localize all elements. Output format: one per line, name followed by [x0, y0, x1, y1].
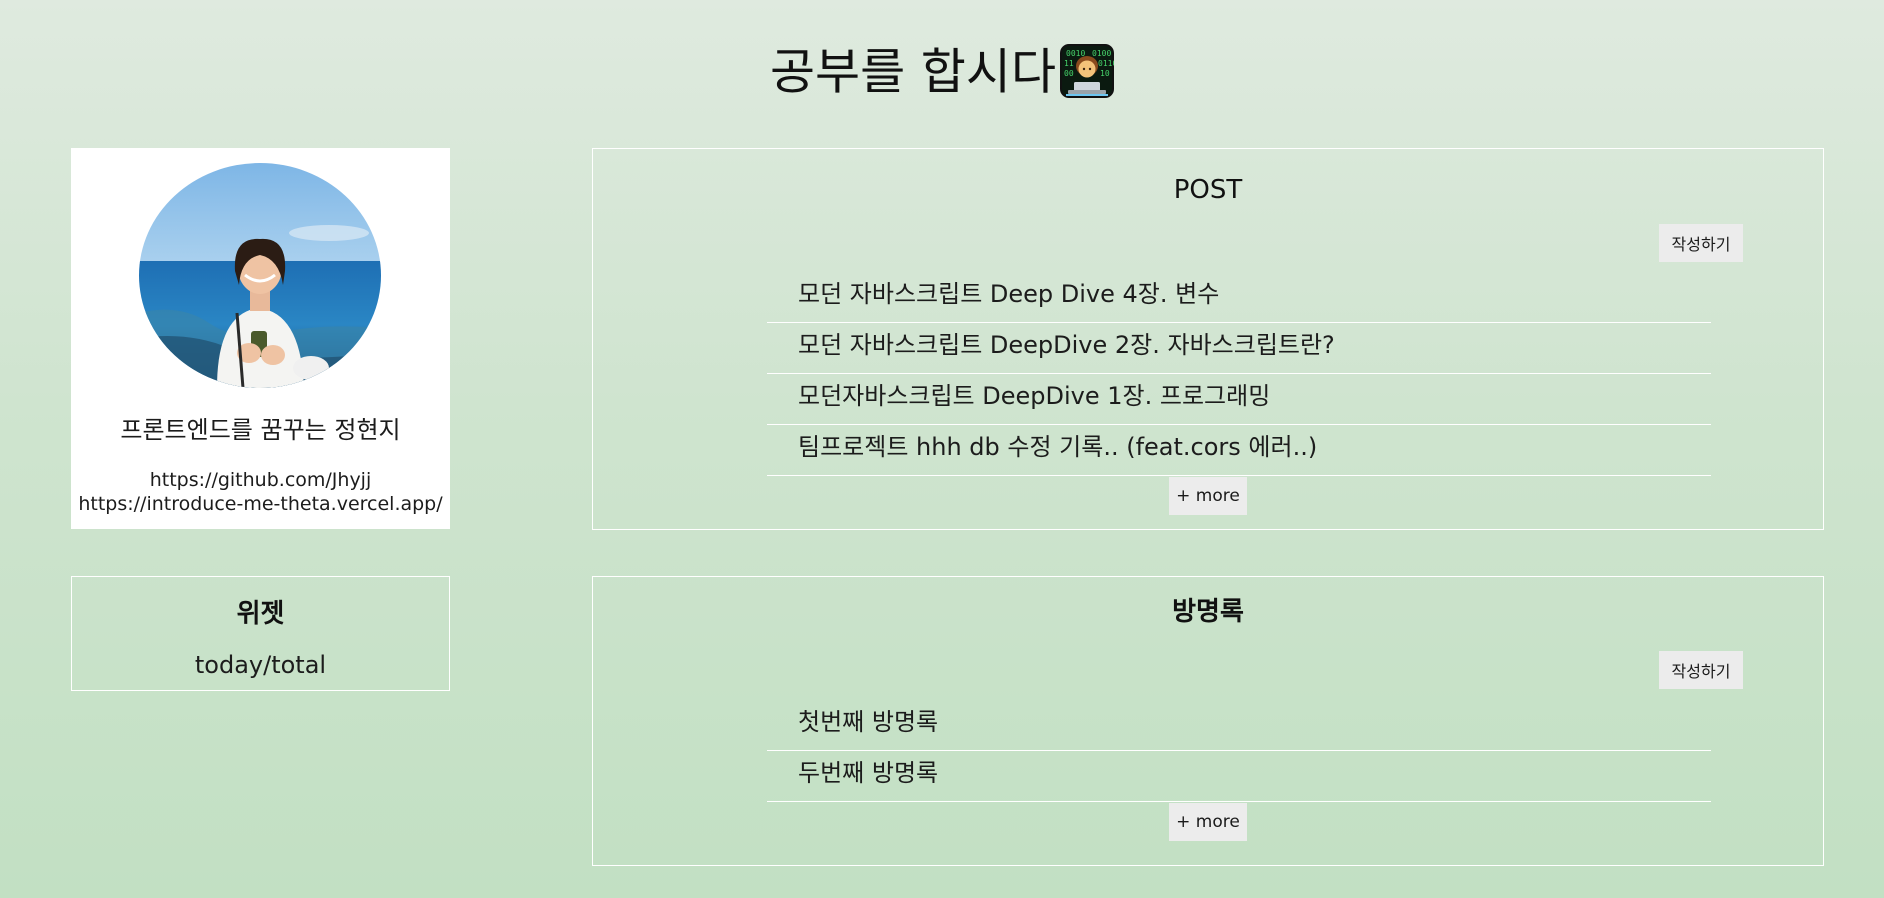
- write-guestbook-button[interactable]: 작성하기: [1659, 651, 1743, 689]
- post-item[interactable]: 팀프로젝트 hhh db 수정 기록.. (feat.cors 에러..): [767, 426, 1711, 476]
- svg-text:0010: 0010: [1066, 49, 1085, 58]
- visitor-counter: today/total: [194, 651, 327, 679]
- svg-text:10: 10: [1100, 69, 1110, 78]
- svg-text:0100: 0100: [1092, 49, 1111, 58]
- svg-text:0110: 0110: [1098, 59, 1114, 68]
- profile-name: 프론트엔드를 꿈꾸는 정현지: [120, 416, 401, 444]
- github-link[interactable]: https://github.com/Jhyjj: [71, 468, 450, 492]
- post-more-button[interactable]: + more: [1169, 477, 1247, 515]
- guestbook-list: 첫번째 방명록 두번째 방명록: [767, 701, 1711, 802]
- profile-card: 프론트엔드를 꿈꾸는 정현지 https://github.com/Jhyjj …: [71, 148, 450, 529]
- portfolio-link[interactable]: https://introduce-me-theta.vercel.app/: [71, 492, 450, 516]
- guestbook-more-button[interactable]: + more: [1169, 803, 1247, 841]
- post-item[interactable]: 모던 자바스크립트 Deep Dive 4장. 변수: [767, 273, 1711, 323]
- guestbook-panel-title: 방명록: [1172, 597, 1244, 627]
- post-item[interactable]: 모던자바스크립트 DeepDive 1장. 프로그래밍: [767, 375, 1711, 425]
- guestbook-panel: 방명록 작성하기 첫번째 방명록 두번째 방명록 + more: [592, 576, 1824, 866]
- widget-card: 위젯 today/total: [71, 576, 450, 691]
- avatar: [139, 163, 381, 388]
- post-panel: POST 작성하기 모던 자바스크립트 Deep Dive 4장. 변수 모던 …: [592, 148, 1824, 530]
- svg-text:11: 11: [1064, 59, 1074, 68]
- guestbook-item[interactable]: 두번째 방명록: [767, 752, 1711, 802]
- technologist-emoji-icon: 0010 0100 11 0110 00 10: [1060, 43, 1117, 98]
- page-title-text: 공부를 합시다: [769, 43, 1057, 101]
- post-item[interactable]: 모던 자바스크립트 DeepDive 2장. 자바스크립트란?: [767, 324, 1711, 374]
- page-title: 공부를 합시다 0010 0100 11 0110 00 10: [0, 38, 1884, 105]
- post-list: 모던 자바스크립트 Deep Dive 4장. 변수 모던 자바스크립트 Dee…: [767, 273, 1711, 476]
- write-post-button[interactable]: 작성하기: [1659, 224, 1743, 262]
- svg-text:00: 00: [1064, 69, 1074, 78]
- post-panel-title: POST: [1173, 175, 1243, 205]
- widget-title: 위젯: [236, 599, 285, 629]
- guestbook-item[interactable]: 첫번째 방명록: [767, 701, 1711, 751]
